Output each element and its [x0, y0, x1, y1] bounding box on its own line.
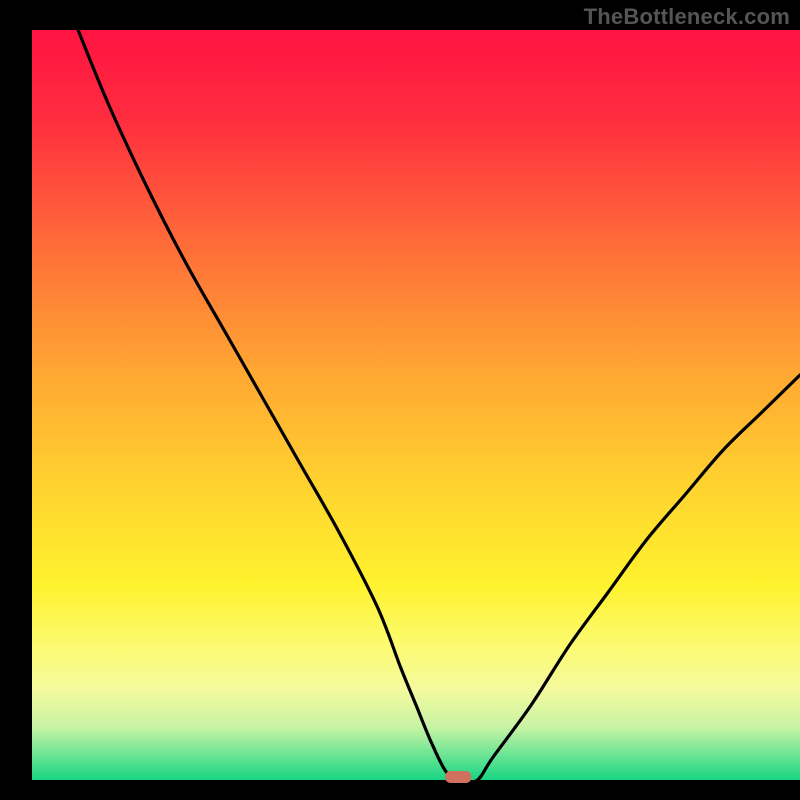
plot-background — [32, 30, 800, 780]
optimal-marker — [445, 771, 471, 783]
bottleneck-chart — [0, 0, 800, 800]
chart-stage: TheBottleneck.com — [0, 0, 800, 800]
